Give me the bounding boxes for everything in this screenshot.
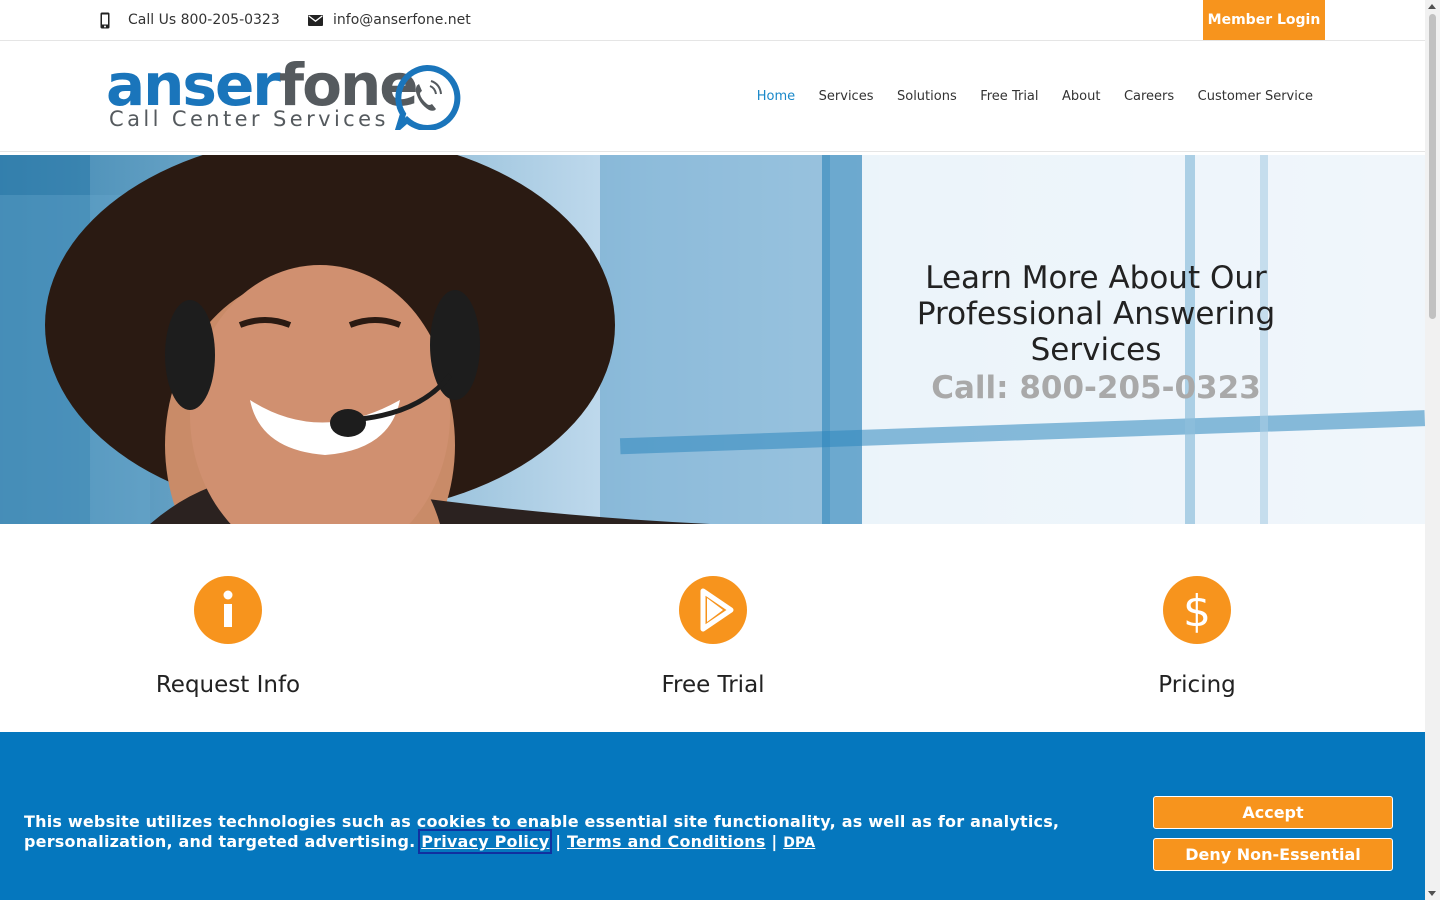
play-glyph [700,588,734,632]
feature-label[interactable]: Pricing [1047,672,1347,698]
phone-text: Call Us 800-205-0323 [128,12,280,28]
privacy-policy-link[interactable]: Privacy Policy [418,829,553,854]
deny-non-essential-button[interactable]: Deny Non-Essential [1153,838,1393,871]
nav-customer-service[interactable]: Customer Service [1198,89,1313,104]
nav-careers[interactable]: Careers [1124,89,1174,104]
hero-heading-line1: Learn More About Our [925,260,1267,296]
top-bar: Call Us 800-205-0323 info@anserfone.net … [0,0,1425,41]
cookie-consent-banner: This website utilizes technologies such … [0,732,1425,900]
envelope-icon [308,14,323,26]
email-contact[interactable]: info@anserfone.net [308,0,471,40]
nav-services[interactable]: Services [819,89,874,104]
member-login-button[interactable]: Member Login [1203,0,1325,40]
feature-pricing[interactable]: $ Pricing [1047,576,1347,698]
scroll-up-arrow-icon[interactable] [1428,4,1436,9]
dollar-icon[interactable]: $ [1163,576,1231,644]
scroll-down-arrow-icon[interactable] [1428,891,1436,896]
info-icon[interactable] [194,576,262,644]
anserfone-logo[interactable]: anserfone Call Center Services [106,51,466,133]
feature-label[interactable]: Request Info [78,672,378,698]
hero-banner: Learn More About Our Professional Answer… [0,155,1425,524]
accept-cookies-button[interactable]: Accept [1153,796,1393,829]
info-glyph [223,590,233,627]
feature-request-info[interactable]: Request Info [78,576,378,698]
hero-text: Learn More About Our Professional Answer… [856,260,1336,408]
page: Call Us 800-205-0323 info@anserfone.net … [0,0,1425,900]
site-header: anserfone Call Center Services Home Serv… [0,41,1425,152]
hero-heading-line2: Professional Answering Services [916,296,1276,368]
logo-subtitle: Call Center Services [109,107,389,131]
mobile-phone-icon [100,12,110,28]
phone-bubble-icon [394,64,461,130]
email-text: info@anserfone.net [333,12,471,28]
nav-home[interactable]: Home [757,89,795,104]
nav-about[interactable]: About [1062,89,1100,104]
terms-link[interactable]: Terms and Conditions [567,832,766,851]
play-icon[interactable] [679,576,747,644]
phone-contact[interactable]: Call Us 800-205-0323 [100,0,280,40]
link-separator: | [555,832,562,851]
dollar-glyph: $ [1183,586,1211,637]
link-separator: | [771,832,778,851]
svg-text:$: $ [1183,586,1211,637]
feature-free-trial[interactable]: Free Trial [563,576,863,698]
hero-call-number[interactable]: Call: 800-205-0323 [856,368,1336,408]
nav-free-trial[interactable]: Free Trial [980,89,1038,104]
cookie-message: This website utilizes technologies such … [24,812,1104,854]
main-nav: Home Services Solutions Free Trial About… [733,41,1313,151]
dpa-link[interactable]: DPA [783,835,815,851]
scroll-thumb[interactable] [1429,14,1436,319]
nav-solutions[interactable]: Solutions [897,89,957,104]
feature-label[interactable]: Free Trial [563,672,863,698]
page-scrollbar[interactable] [1425,0,1440,900]
